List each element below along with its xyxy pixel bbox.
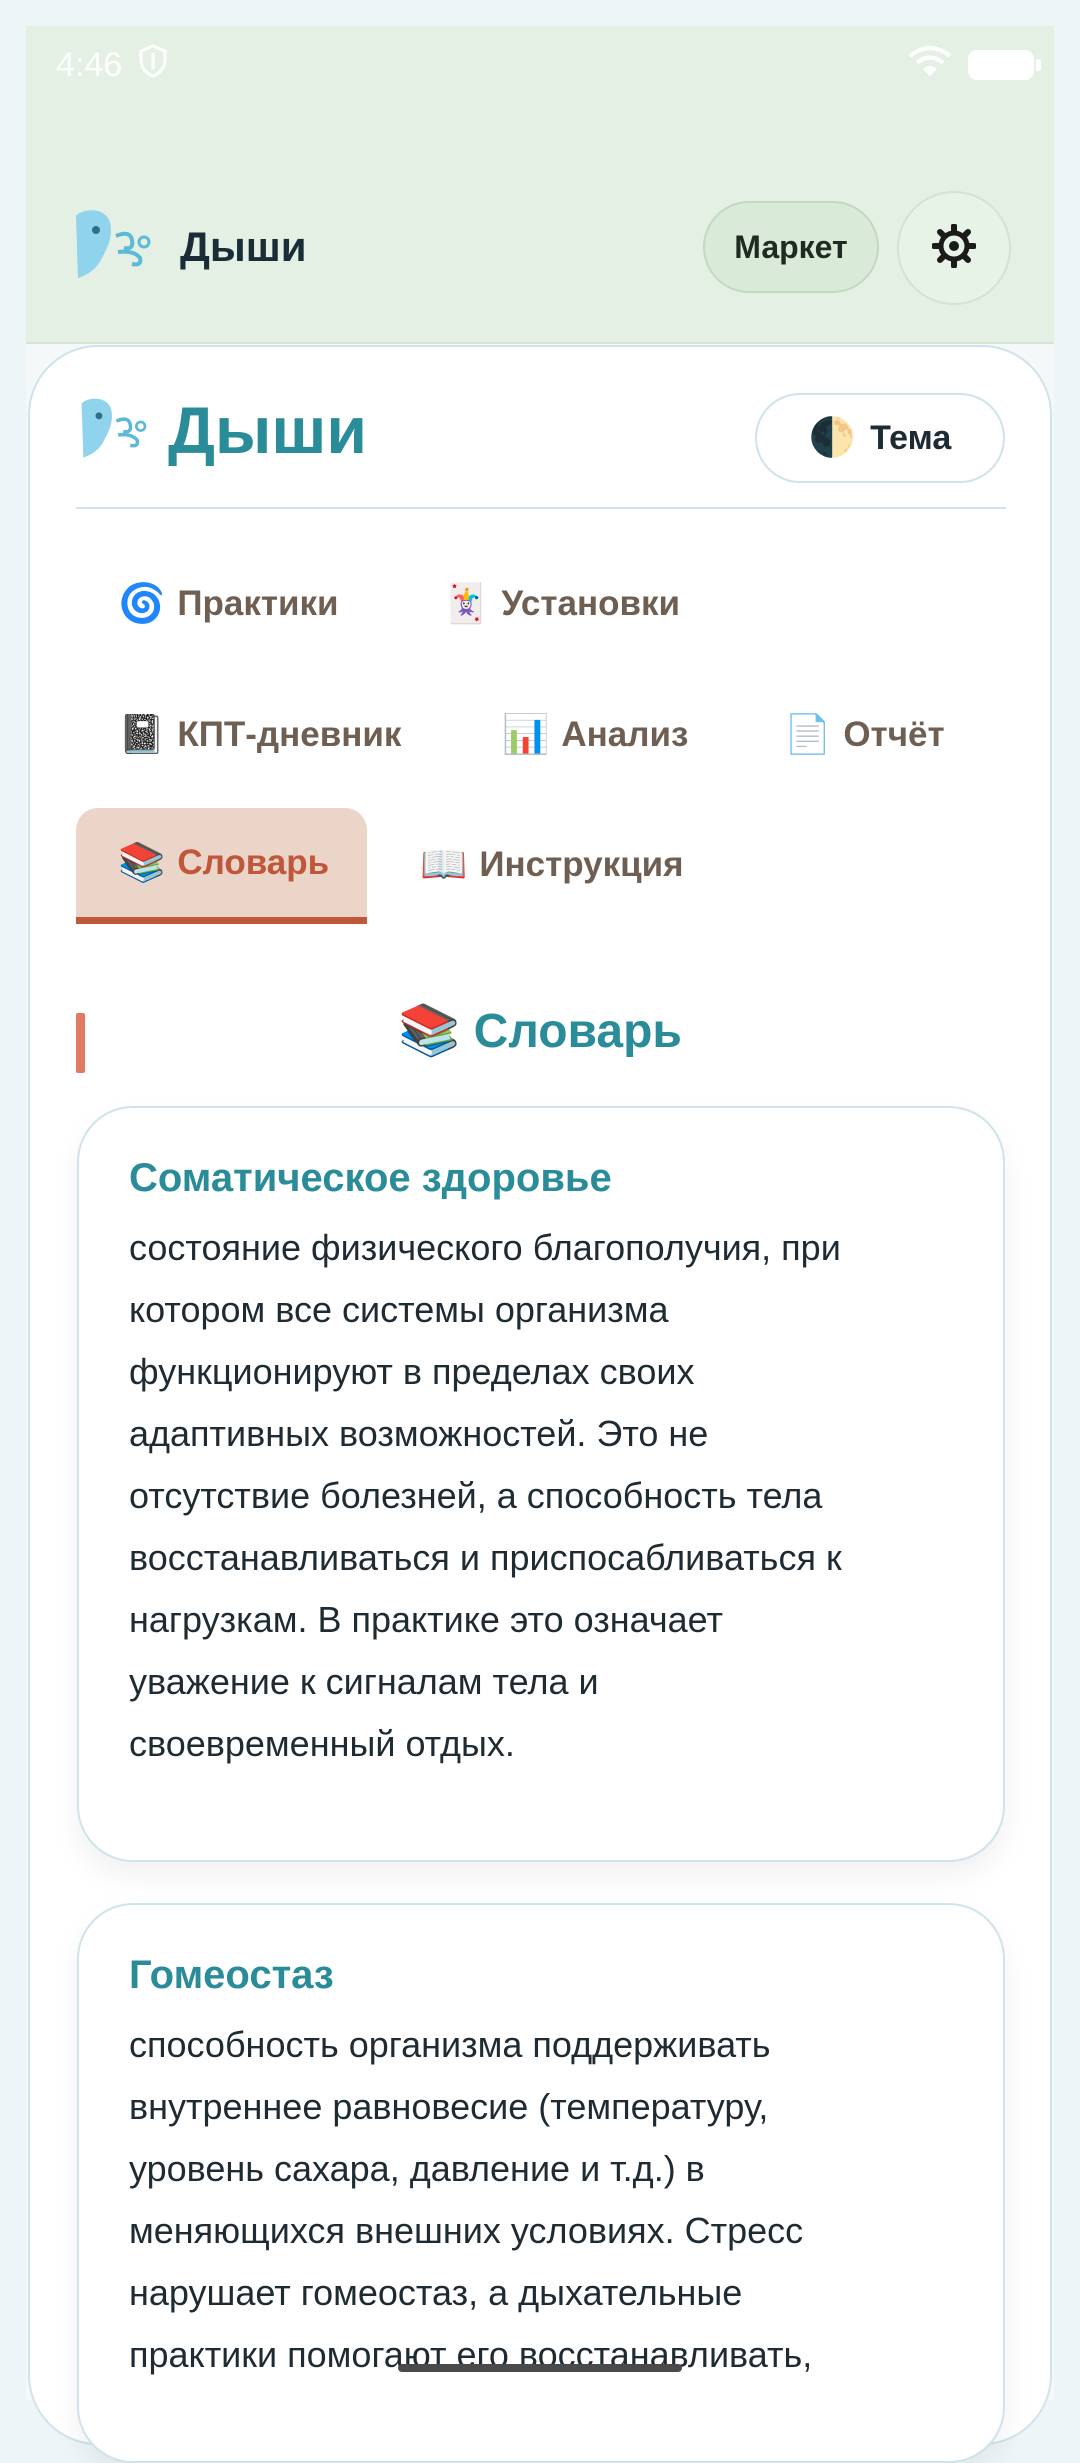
breath-logo-icon — [70, 206, 152, 287]
tab-cbt-diary[interactable]: 📓 КПТ-дневник — [76, 689, 443, 781]
spiral-icon: 🌀 — [118, 583, 166, 625]
definition-line: меняющихся внешних условиях. Стресс — [129, 2210, 804, 2251]
glossary-definition: способность организма поддерживать внутр… — [129, 2014, 953, 2386]
definition-line: отсутствие болезней, а способность тела — [129, 1475, 823, 1516]
tab-label: Словарь — [177, 842, 330, 882]
tab-report[interactable]: 📄 Отчёт — [742, 689, 987, 781]
glossary-card: Гомеостаз способность организма поддержи… — [77, 1903, 1005, 2463]
glossary-term: Соматическое здоровье — [129, 1156, 612, 1200]
definition-line: уважение к сигналам тела и — [129, 1661, 599, 1702]
tab-label: Отчёт — [843, 715, 945, 754]
definition-line: функционируют в пределах своих — [129, 1351, 695, 1392]
definition-line: адаптивных возможностей. Это не — [129, 1413, 709, 1454]
header-divider — [76, 507, 1006, 509]
status-time: 4:46 — [56, 45, 123, 84]
theme-toggle-button[interactable]: 🌓 Тема — [755, 393, 1005, 483]
definition-line: уровень сахара, давление и т.д.) в — [129, 2148, 705, 2189]
page-title: Дыши — [168, 393, 367, 467]
market-button[interactable]: Маркет — [703, 201, 879, 293]
section-title: 📚 Словарь — [0, 1004, 1080, 1059]
page-header: Дыши — [76, 392, 367, 468]
open-book-icon: 📖 — [420, 844, 468, 886]
tab-label: Инструкция — [479, 845, 684, 884]
tab-glossary[interactable]: 📚 Словарь — [76, 808, 367, 924]
glossary-definition: состояние физического благополучия, при … — [129, 1217, 953, 1775]
wifi-icon — [908, 44, 952, 87]
bar-chart-icon: 📊 — [502, 714, 550, 756]
books-icon: 📚 — [398, 1002, 461, 1058]
glossary-term: Гомеостаз — [129, 1953, 334, 1997]
document-icon: 📄 — [784, 714, 832, 756]
definition-line: своевременный отдых. — [129, 1723, 515, 1764]
battery-icon — [968, 50, 1041, 80]
gear-icon — [931, 222, 977, 273]
definition-line: способность организма поддерживать — [129, 2024, 771, 2065]
definition-line: внутреннее равновесие (температуру, — [129, 2086, 769, 2127]
definition-line: восстанавливаться и приспосабливаться к — [129, 1537, 842, 1578]
home-indicator[interactable] — [398, 2364, 682, 2372]
tab-label: КПТ-дневник — [177, 715, 402, 754]
shield-icon — [138, 43, 168, 87]
status-bar: 4:46 — [56, 38, 1041, 92]
app-title: Дыши — [180, 222, 307, 270]
tab-analysis[interactable]: 📊 Анализ — [460, 689, 730, 781]
half-moon-icon: 🌓 — [808, 417, 857, 459]
definition-line: нарушает гомеостаз, а дыхательные — [129, 2272, 743, 2313]
section-title-text: Словарь — [473, 1005, 682, 1058]
tab-label: Практики — [177, 584, 339, 623]
tab-practices[interactable]: 🌀 Практики — [76, 558, 381, 650]
notebook-icon: 📓 — [118, 714, 166, 756]
breath-logo-icon — [76, 395, 148, 466]
definition-line: состояние физического благополучия, при — [129, 1227, 841, 1268]
tab-label: Анализ — [561, 715, 689, 754]
definition-line: котором все системы организма — [129, 1289, 669, 1330]
books-icon: 📚 — [118, 841, 166, 884]
glossary-card: Соматическое здоровье состояние физическ… — [77, 1106, 1005, 1862]
joker-card-icon: 🃏 — [442, 583, 490, 625]
settings-button[interactable] — [897, 191, 1011, 305]
tab-label: Установки — [501, 584, 681, 623]
tab-instructions[interactable]: 📖 Инструкция — [378, 819, 726, 911]
app-brand: Дыши — [70, 206, 307, 287]
theme-label: Тема — [870, 418, 952, 457]
definition-line: нагрузкам. В практике это означает — [129, 1599, 723, 1640]
tab-attitudes[interactable]: 🃏 Установки — [400, 558, 722, 650]
